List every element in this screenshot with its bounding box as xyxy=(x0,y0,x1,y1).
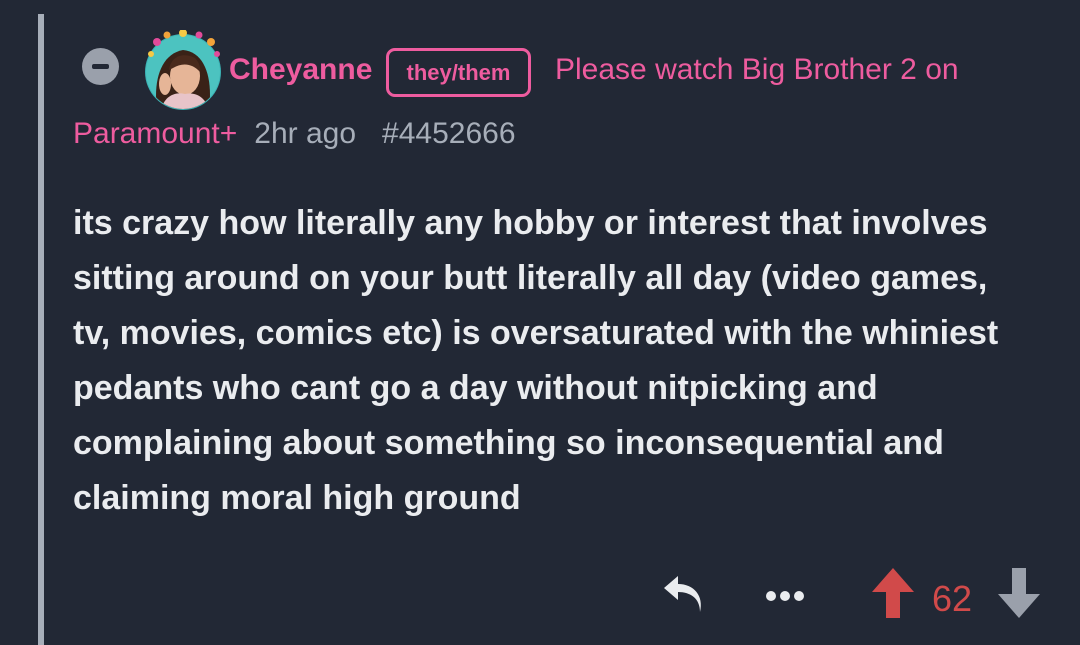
user-flair-continued: Paramount+ xyxy=(73,117,238,150)
author-name[interactable]: Cheyanne xyxy=(229,50,372,90)
thread-indent-line xyxy=(38,14,44,645)
upvote-button[interactable] xyxy=(870,566,916,620)
comment-id-link[interactable]: #4452666 xyxy=(382,117,515,151)
avatar-image xyxy=(145,29,221,110)
downvote-arrow-icon xyxy=(998,568,1040,618)
timestamp: 2hr ago xyxy=(254,117,357,150)
avatar[interactable] xyxy=(143,29,223,110)
reply-arrow-icon xyxy=(664,576,701,612)
more-options-button[interactable] xyxy=(764,586,806,606)
downvote-button[interactable] xyxy=(996,566,1042,620)
minus-icon xyxy=(92,64,109,69)
reply-button[interactable] xyxy=(662,576,704,616)
vote-score: 62 xyxy=(932,578,973,619)
collapse-button[interactable] xyxy=(82,48,119,85)
user-flair: Please watch Big Brother 2 on xyxy=(555,53,959,86)
pronouns-badge: they/them xyxy=(386,48,531,97)
comment-meta: Paramount+ 2hr ago #4452666 xyxy=(73,114,516,154)
ellipsis-icon xyxy=(766,591,804,601)
upvote-arrow-icon xyxy=(872,568,914,618)
comment-body: its crazy how literally any hobby or int… xyxy=(73,204,999,517)
